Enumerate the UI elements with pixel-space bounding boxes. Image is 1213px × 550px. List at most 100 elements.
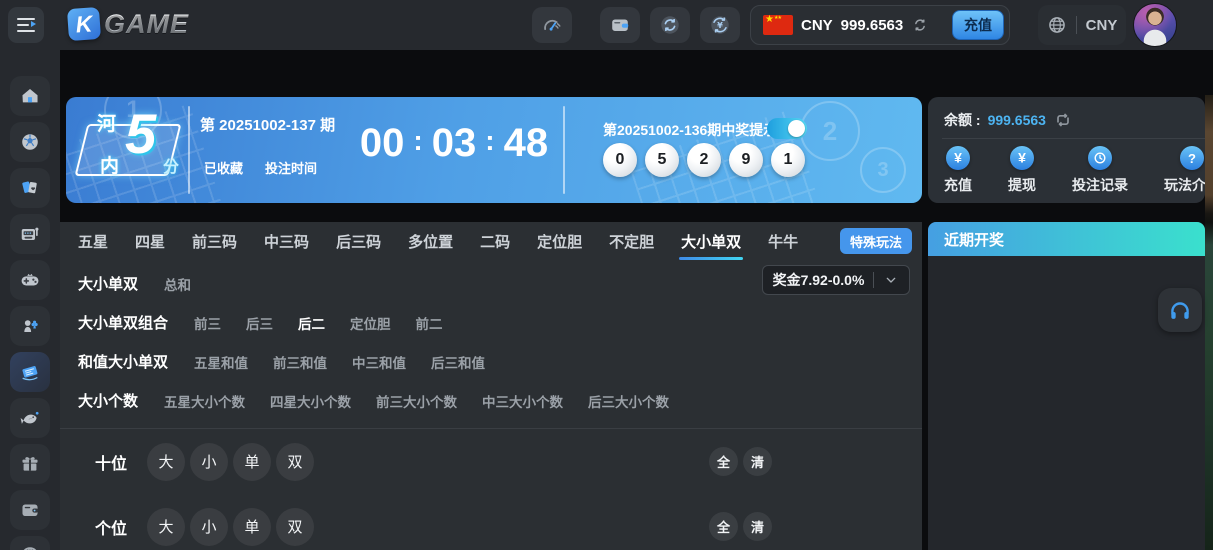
bet-option[interactable]: 大 [147, 507, 185, 546]
game-tab[interactable]: 中三码 [264, 231, 309, 252]
chevron-down-icon [883, 272, 899, 288]
game-tab[interactable]: 牛牛 [768, 231, 798, 252]
sidebar-item-poker[interactable] [10, 168, 50, 208]
logo-k-badge: K [66, 6, 102, 42]
clear-button[interactable]: 清 [743, 512, 772, 541]
play-group-item[interactable]: 五星大小个数 [164, 391, 245, 411]
header-balance: 999.6563 [840, 16, 904, 34]
sidebar-item-wallet[interactable] [10, 490, 50, 530]
game-tab[interactable]: 定位胆 [537, 231, 582, 252]
lottery-name-char: 河 [97, 114, 117, 135]
play-group-item[interactable]: 定位胆 [350, 313, 391, 333]
language-selector[interactable]: CNY [1038, 5, 1126, 45]
bet-option[interactable]: 大 [147, 442, 185, 481]
game-tabs: 五星 四星 前三码 中三码 后三码 多位置 二码 定位胆 不定胆 大小单双 牛牛 [60, 222, 922, 260]
winning-ball: 5 [645, 143, 679, 177]
bonus-rate-dropdown[interactable]: 奖金7.92-0.0% [762, 265, 910, 295]
exchange-icon: ¥ [709, 14, 731, 36]
sidebar-item-fishing[interactable] [10, 398, 50, 438]
play-group-item[interactable]: 前二 [416, 313, 443, 333]
bet-row-actions: 全清 [709, 447, 772, 476]
play-group-item[interactable]: 总和 [164, 274, 191, 294]
quick-link-提现[interactable]: ¥ 提现 [1008, 146, 1036, 195]
quick-link-充值[interactable]: ¥ 充值 [944, 146, 972, 195]
balance-value: 999.6563 [987, 112, 1046, 128]
refresh-square-icon[interactable] [1053, 110, 1073, 130]
play-group-item[interactable]: 后二 [298, 313, 325, 333]
sync-icon [659, 14, 681, 36]
play-group-item[interactable]: 中三和值 [352, 352, 406, 372]
lottery-name-char: 5 [125, 102, 157, 165]
quick-link-投注记录[interactable]: 投注记录 [1072, 146, 1128, 195]
winning-ball: 2 [687, 143, 721, 177]
quick-link-label: 投注记录 [1072, 177, 1128, 193]
sidebar-item-world[interactable] [10, 536, 50, 550]
refresh-icon[interactable] [911, 16, 929, 34]
header-button-currency-exchange[interactable]: ¥ [700, 7, 740, 43]
clear-button[interactable]: 清 [743, 447, 772, 476]
bet-option[interactable]: 小 [190, 442, 228, 481]
winning-ball: 9 [729, 143, 763, 177]
toggle-knob [788, 120, 805, 137]
play-group-item[interactable]: 前三大小个数 [376, 391, 457, 411]
menu-toggle-button[interactable] [8, 7, 44, 43]
bet-option[interactable]: 单 [233, 442, 271, 481]
game-tab[interactable]: 四星 [135, 231, 165, 252]
banner-divider [188, 106, 190, 194]
header-button-network-signal[interactable] [532, 7, 572, 43]
bet-options: 大小单双 [147, 507, 314, 546]
play-group-item[interactable]: 五星和值 [194, 352, 248, 372]
bet-position-label: 十位 [95, 455, 128, 473]
play-group-item[interactable]: 前三和值 [273, 352, 327, 372]
countdown-minutes: 03 [431, 121, 477, 165]
play-group-item[interactable]: 后三 [246, 313, 273, 333]
game-tab[interactable]: 多位置 [408, 231, 453, 252]
special-play-button[interactable]: 特殊玩法 [839, 228, 912, 254]
sidebar-item-slots[interactable] [10, 214, 50, 254]
game-tab[interactable]: 不定胆 [609, 231, 654, 252]
bet-option[interactable]: 双 [276, 442, 314, 481]
game-tab[interactable]: 前三码 [192, 231, 237, 252]
play-group-item[interactable]: 前三 [194, 313, 221, 333]
winning-tip-toggle[interactable] [767, 118, 807, 139]
favorited-button[interactable]: 已收藏 [204, 158, 243, 177]
sidebar-item-lottery[interactable] [10, 352, 50, 392]
play-group-item[interactable]: 四星大小个数 [270, 391, 351, 411]
game-tab[interactable]: 五星 [78, 231, 108, 252]
sidebar-item-arcade[interactable] [10, 260, 50, 300]
play-group-items: 前三 后三 后二 定位胆 前二 [194, 313, 443, 333]
header-button-sync[interactable] [650, 7, 690, 43]
globe-icon [1047, 15, 1067, 35]
game-tab[interactable]: 二码 [480, 231, 510, 252]
clock-circle-icon [1088, 146, 1112, 170]
sidebar-item-home[interactable] [10, 76, 50, 116]
sidebar-item-sports[interactable] [10, 122, 50, 162]
soccer-icon [19, 131, 41, 153]
bet-option[interactable]: 双 [276, 507, 314, 546]
select-all-button[interactable]: 全 [709, 447, 738, 476]
yen-circle-icon: ¥ [1010, 146, 1034, 170]
quick-link-玩法介绍[interactable]: ? 玩法介绍 [1164, 146, 1205, 195]
china-flag-icon: ★ ★★ [763, 14, 793, 35]
play-group-item[interactable]: 后三大小个数 [588, 391, 669, 411]
sidebar-item-promotions[interactable] [10, 444, 50, 484]
gift-icon [19, 453, 41, 475]
user-avatar[interactable] [1133, 3, 1177, 47]
recent-draws-header: 近期开奖 [928, 222, 1205, 256]
bet-position-label: 个位 [95, 520, 128, 538]
brand-logo[interactable]: K GAME [66, 6, 189, 42]
bet-option[interactable]: 单 [233, 507, 271, 546]
play-group-item[interactable]: 后三和值 [431, 352, 485, 372]
customer-service-button[interactable] [1158, 288, 1202, 332]
game-tab[interactable]: 后三码 [336, 231, 381, 252]
chess-icon [19, 315, 41, 337]
game-tab[interactable]: 大小单双 [679, 231, 744, 260]
sidebar-item-chess[interactable] [10, 306, 50, 346]
header-button-wallet-shortcut[interactable] [600, 7, 640, 43]
balance-pill[interactable]: ★ ★★ CNY 999.6563 充值 [750, 5, 1010, 45]
bet-option[interactable]: 小 [190, 507, 228, 546]
deposit-button[interactable]: 充值 [952, 10, 1004, 40]
app-root: K GAME ¥ ★ ★★ CNY 999.6563 充值 CNY 1 2 3 河 [0, 0, 1213, 550]
select-all-button[interactable]: 全 [709, 512, 738, 541]
play-group-item[interactable]: 中三大小个数 [482, 391, 563, 411]
